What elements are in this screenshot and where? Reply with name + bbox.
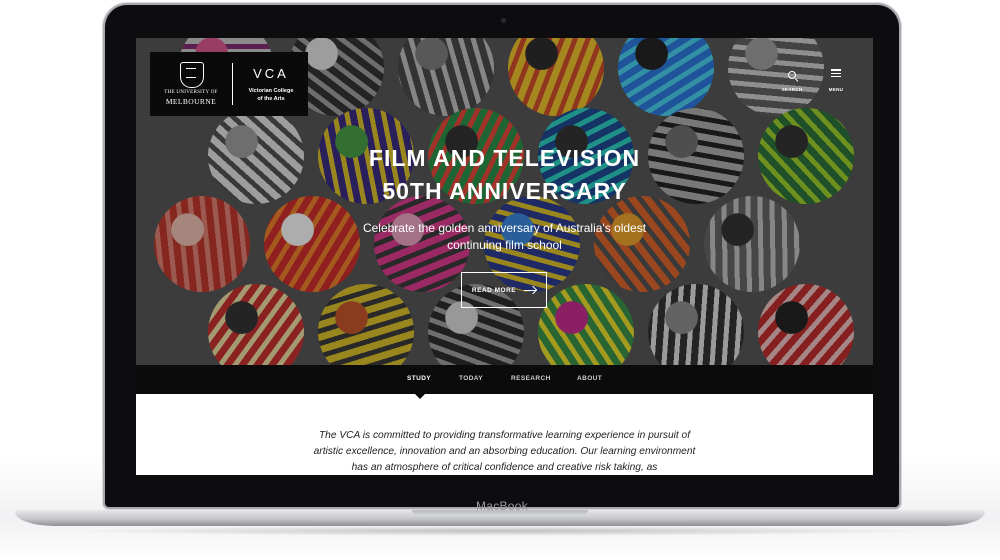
search-icon (788, 71, 796, 79)
menu-button[interactable]: MENU (818, 66, 854, 92)
logo-divider (232, 63, 233, 105)
university-name: MELBOURNE (165, 97, 217, 106)
hero-title: FILM AND TELEVISION 50TH ANNIVERSARY (136, 142, 873, 208)
nav-tab-today[interactable]: TODAY (459, 375, 483, 382)
hero-subtitle: Celebrate the golden anniversary of Aust… (362, 221, 647, 252)
arrow-right-icon (524, 289, 537, 291)
camera-icon (501, 18, 506, 23)
school-name-line1: Victorian College (248, 88, 294, 94)
read-more-button[interactable]: READ MORE (461, 272, 547, 308)
nav-tab-about[interactable]: ABOUT (577, 375, 602, 382)
hero-banner: THE UNIVERSITY OF MELBOURNE VCA Victoria… (136, 38, 873, 365)
intro-body: is committed to providing transformative… (313, 430, 696, 473)
nav-tab-study[interactable]: STUDY (407, 375, 431, 382)
intro-paragraph: The VCA is committed to providing transf… (306, 428, 703, 475)
laptop-shadow (60, 526, 940, 536)
read-more-label: READ MORE (471, 286, 517, 294)
search-label: SEARCH (781, 87, 803, 92)
site-logo[interactable]: THE UNIVERSITY OF MELBOURNE VCA Victoria… (150, 52, 308, 116)
school-name: Victorian College of the Arts (238, 87, 304, 103)
school-name-line2: of the Arts (257, 96, 285, 102)
intro-lead: The VCA (318, 430, 360, 441)
hero-title-line1: FILM AND TELEVISION (368, 145, 641, 171)
menu-label: MENU (828, 87, 844, 92)
hamburger-icon (831, 68, 841, 79)
laptop-notch (412, 510, 588, 516)
school-abbrev: VCA (253, 66, 289, 81)
section-nav: STUDY TODAY RESEARCH ABOUT (136, 365, 873, 394)
hero-title-line2: 50TH ANNIVERSARY (382, 178, 627, 204)
university-name-small: THE UNIVERSITY OF (164, 90, 218, 95)
nav-tab-research[interactable]: RESEARCH (511, 375, 551, 382)
active-tab-indicator (415, 394, 425, 399)
university-crest-icon (180, 62, 204, 88)
search-button[interactable]: SEARCH (774, 66, 810, 92)
browser-viewport: THE UNIVERSITY OF MELBOURNE VCA Victoria… (136, 38, 873, 475)
